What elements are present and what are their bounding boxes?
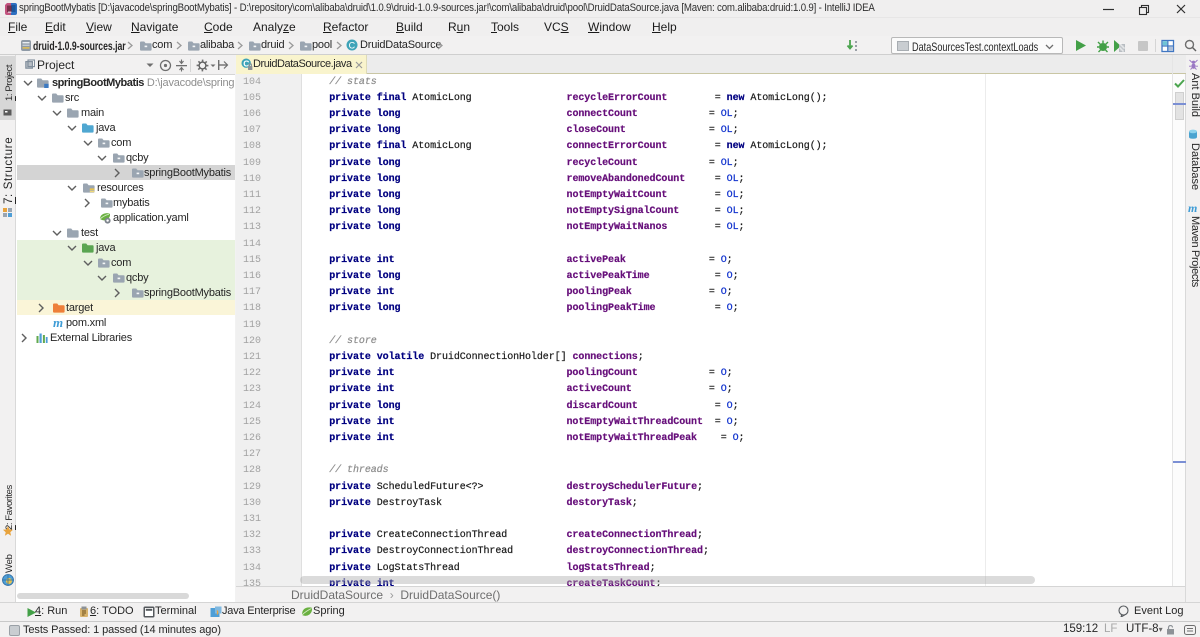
svg-text:m: m — [53, 316, 63, 330]
svg-text:C: C — [349, 41, 356, 51]
svg-text:m: m — [1188, 202, 1197, 213]
